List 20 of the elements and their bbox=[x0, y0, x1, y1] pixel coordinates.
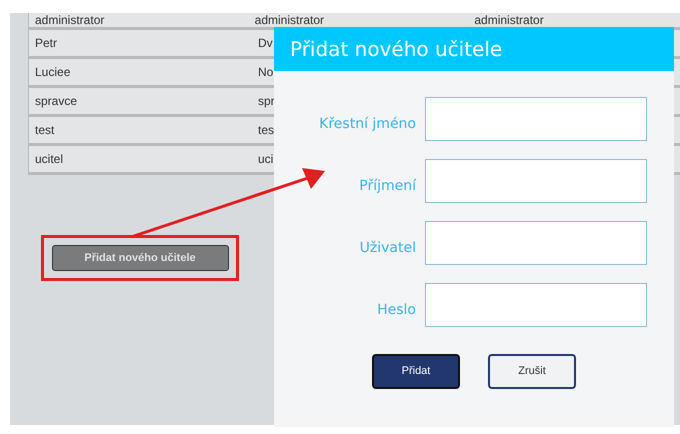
table-cell: Petr bbox=[35, 36, 58, 50]
cancel-button[interactable]: Zrušit bbox=[488, 354, 576, 389]
table-cell: spr bbox=[258, 94, 275, 108]
add-button[interactable]: Přidat bbox=[372, 354, 460, 389]
field-label: Křestní jméno bbox=[318, 114, 417, 134]
table-cell: administrator bbox=[254, 13, 324, 27]
table-cell: spravce bbox=[35, 94, 78, 108]
table-cell: administrator bbox=[474, 13, 544, 27]
dialog-title: Přidat nového učitele bbox=[290, 36, 502, 63]
table-cell: uci bbox=[258, 152, 274, 166]
field-label: Příjmení bbox=[358, 176, 418, 196]
field-label: Uživatel bbox=[358, 238, 417, 258]
table-cell: test bbox=[35, 123, 54, 137]
field-label: Heslo bbox=[376, 300, 417, 320]
table-cell: ucitel bbox=[35, 152, 64, 166]
table-cell: Dv bbox=[258, 36, 273, 50]
table-cell: No bbox=[258, 65, 274, 79]
table-cell: administrator bbox=[35, 13, 104, 27]
table-cell: tes bbox=[258, 123, 274, 137]
table-cell: Luciee bbox=[35, 65, 70, 79]
